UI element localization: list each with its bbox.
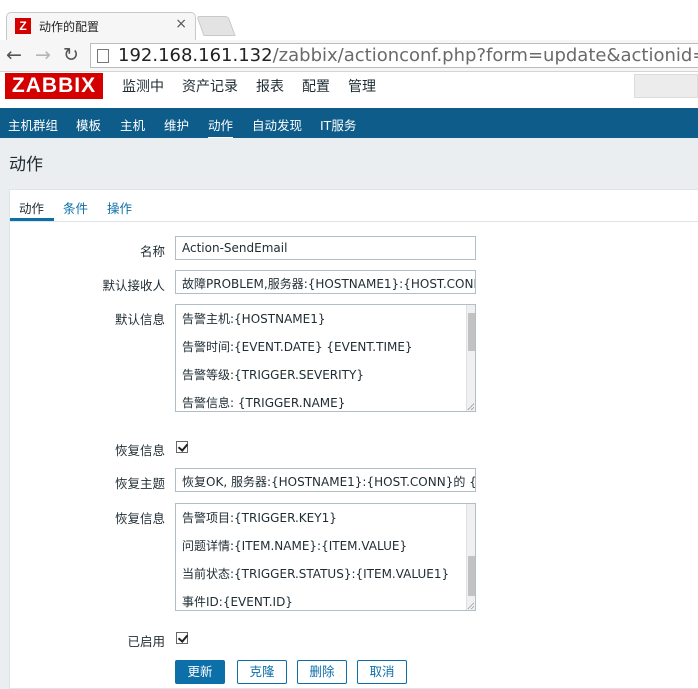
subject-label: 默认接收人	[102, 278, 165, 293]
scrollbar[interactable]	[466, 504, 475, 610]
menu-item-configuration[interactable]: 配置	[302, 76, 330, 96]
recovery-label: 恢复信息	[114, 443, 165, 458]
content-area: 动作 条件 操作 名称 Action-SendEmail 默认接收人 故障PRO…	[0, 180, 698, 689]
name-label: 名称	[139, 244, 165, 259]
recovery-message-textarea[interactable]: 告警项目:{TRIGGER.KEY1} 问题详情:{ITEM.NAME}:{IT…	[175, 503, 476, 611]
recovery-line: 当前状态:{TRIGGER.STATUS}:{ITEM.VALUE1}	[182, 567, 450, 581]
scrollbar[interactable]	[466, 305, 475, 411]
reload-icon[interactable]: ↻	[60, 44, 82, 66]
browser-tabstrip: Z 动作的配置 ×	[0, 0, 698, 40]
action-form: 动作 条件 操作 名称 Action-SendEmail 默认接收人 故障PRO…	[9, 189, 698, 689]
recovery-message-label: 恢复信息	[114, 511, 165, 526]
page-icon	[97, 49, 109, 63]
menu-item-inventory[interactable]: 资产记录	[182, 76, 238, 96]
page-title: 动作	[9, 155, 43, 175]
url-text: 192.168.161.132/zabbix/actionconf.php?fo…	[118, 45, 698, 66]
enabled-label: 已启用	[127, 634, 165, 649]
zabbix-favicon-icon: Z	[15, 18, 31, 34]
submenu-actions[interactable]: 动作	[208, 115, 234, 139]
delete-button[interactable]: 删除	[297, 660, 347, 684]
back-arrow-icon[interactable]: ←	[3, 44, 25, 66]
search-input[interactable]	[634, 74, 698, 98]
message-line: 告警主机:{HOSTNAME1}	[182, 312, 326, 326]
menu-item-administration[interactable]: 管理	[348, 76, 376, 96]
submenu-templates[interactable]: 模板	[76, 115, 101, 134]
active-tab-indicator	[10, 218, 54, 221]
new-tab-button[interactable]	[196, 16, 236, 36]
browser-tab[interactable]: Z 动作的配置 ×	[6, 12, 196, 40]
forward-arrow-icon[interactable]: →	[32, 44, 54, 66]
tab-operations[interactable]: 操作	[107, 198, 132, 217]
browser-toolbar: ← → ↻ 192.168.161.132/zabbix/actionconf.…	[0, 40, 698, 72]
update-button[interactable]: 更新	[175, 660, 225, 684]
menu-item-monitoring[interactable]: 监测中	[122, 76, 164, 96]
page-header: 动作	[0, 138, 698, 180]
message-line: 告警等级:{TRIGGER.SEVERITY}	[182, 368, 364, 382]
message-line: 告警信息: {TRIGGER.NAME}	[182, 396, 346, 410]
recovery-subject-field[interactable]: 恢复OK, 服务器:{HOSTNAME1}:{HOST.CONN}的 {TRI	[175, 468, 476, 492]
recovery-line: 问题详情:{ITEM.NAME}:{ITEM.VALUE}	[182, 539, 408, 553]
recovery-subject-label: 恢复主题	[114, 476, 165, 491]
zabbix-logo[interactable]: ZABBIX	[5, 73, 103, 99]
recovery-line: 事件ID:{EVENT.ID}	[182, 595, 293, 609]
submenu-it-services[interactable]: IT服务	[320, 115, 356, 134]
resize-grip-icon[interactable]	[467, 403, 474, 410]
close-tab-icon[interactable]: ×	[175, 16, 187, 32]
recovery-checkbox[interactable]	[176, 441, 188, 453]
main-menu: 监测中 资产记录 报表 配置 管理	[122, 76, 394, 96]
submenu-discovery[interactable]: 自动发现	[252, 115, 302, 134]
message-line: 告警时间:{EVENT.DATE} {EVENT.TIME}	[182, 340, 413, 354]
address-bar[interactable]: 192.168.161.132/zabbix/actionconf.php?fo…	[90, 43, 698, 68]
tab-action[interactable]: 动作	[19, 198, 44, 217]
tab-conditions[interactable]: 条件	[63, 198, 88, 217]
subject-field[interactable]: 故障PROBLEM,服务器:{HOSTNAME1}:{HOST.CONN}	[175, 270, 476, 294]
resize-grip-icon[interactable]	[467, 602, 474, 609]
submenu-host-groups[interactable]: 主机群组	[8, 115, 58, 134]
browser-tab-title: 动作的配置	[39, 20, 100, 34]
form-tabs: 动作 条件 操作	[10, 190, 698, 222]
message-textarea[interactable]: 告警主机:{HOSTNAME1} 告警时间:{EVENT.DATE} {EVEN…	[175, 304, 476, 412]
zabbix-header: ZABBIX 监测中 资产记录 报表 配置 管理	[0, 72, 698, 108]
enabled-checkbox[interactable]	[176, 632, 188, 644]
cancel-button[interactable]: 取消	[357, 660, 407, 684]
menu-item-reports[interactable]: 报表	[256, 76, 284, 96]
clone-button[interactable]: 克隆	[237, 660, 287, 684]
submenu-maintenance[interactable]: 维护	[164, 115, 189, 134]
sub-menu: 主机群组 模板 主机 维护 动作 自动发现 IT服务	[0, 108, 698, 139]
name-field[interactable]: Action-SendEmail	[175, 236, 476, 260]
recovery-line: 告警项目:{TRIGGER.KEY1}	[182, 511, 337, 525]
message-label: 默认信息	[114, 312, 165, 327]
submenu-hosts[interactable]: 主机	[120, 115, 145, 134]
